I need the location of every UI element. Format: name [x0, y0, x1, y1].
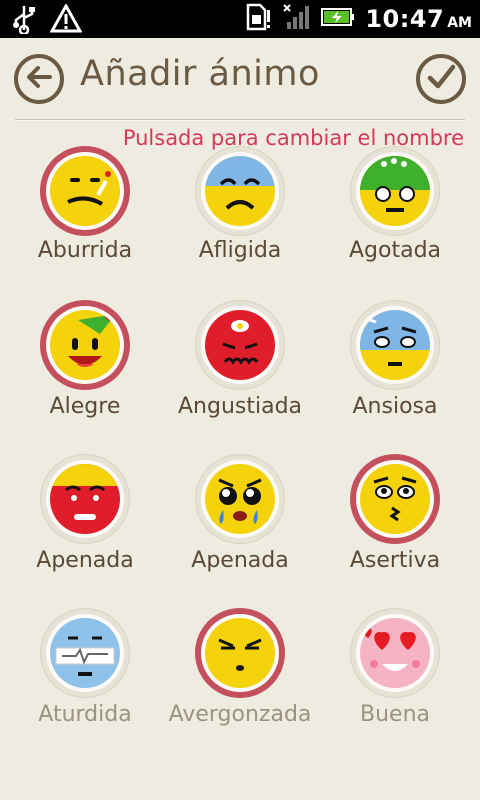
- heart-eyes-face-icon: [360, 618, 430, 688]
- mood-item[interactable]: Avergonzada: [160, 608, 320, 758]
- mood-avatar[interactable]: [195, 608, 285, 698]
- mood-item[interactable]: Asertiva: [315, 454, 475, 604]
- mood-item[interactable]: Alegre: [5, 300, 165, 450]
- mood-label: Ansiosa: [352, 394, 438, 419]
- mood-label: Apenada: [191, 548, 289, 573]
- mood-avatar[interactable]: [195, 300, 285, 390]
- mood-item[interactable]: Apenada: [160, 454, 320, 604]
- mood-label: Afligida: [198, 238, 282, 263]
- mood-avatar[interactable]: [40, 608, 130, 698]
- mood-avatar[interactable]: [40, 454, 130, 544]
- mood-label: Aturdida: [38, 702, 132, 727]
- mood-avatar[interactable]: [40, 300, 130, 390]
- mood-item[interactable]: Agotada: [315, 146, 475, 296]
- mood-avatar[interactable]: [195, 454, 285, 544]
- mood-grid: Aburrida Afligida Agotada Alegre Angusti…: [0, 0, 480, 800]
- embarrassed-face-icon: [205, 618, 275, 688]
- mood-label: Agotada: [348, 238, 442, 263]
- anguished-face-icon: [205, 310, 275, 380]
- mood-label: Buena: [360, 702, 430, 727]
- mood-item[interactable]: Aburrida: [5, 146, 165, 296]
- mood-label: Asertiva: [349, 548, 441, 573]
- mood-item[interactable]: Angustiada: [160, 300, 320, 450]
- crying-face-icon: [205, 464, 275, 534]
- mood-label: Angustiada: [177, 394, 303, 419]
- anxious-face-icon: [360, 310, 430, 380]
- mood-label: Alegre: [49, 394, 121, 419]
- afflicted-face-icon: [205, 156, 275, 226]
- mood-avatar[interactable]: [350, 300, 440, 390]
- mood-item[interactable]: Afligida: [160, 146, 320, 296]
- mood-label: Avergonzada: [168, 702, 312, 727]
- mood-avatar[interactable]: [40, 146, 130, 236]
- mood-avatar[interactable]: [350, 608, 440, 698]
- happy-face-icon: [50, 310, 120, 380]
- exhausted-face-icon: [360, 156, 430, 226]
- dazed-face-icon: [50, 618, 120, 688]
- mood-avatar[interactable]: [350, 146, 440, 236]
- mood-item[interactable]: Apenada: [5, 454, 165, 604]
- mood-label: Apenada: [36, 548, 134, 573]
- mood-avatar[interactable]: [350, 454, 440, 544]
- sorry-face-icon: [50, 464, 120, 534]
- assertive-face-icon: [360, 464, 430, 534]
- mood-item[interactable]: Aturdida: [5, 608, 165, 758]
- mood-avatar[interactable]: [195, 146, 285, 236]
- mood-label: Aburrida: [37, 238, 133, 263]
- mood-item[interactable]: Ansiosa: [315, 300, 475, 450]
- bored-face-icon: [50, 156, 120, 226]
- mood-item[interactable]: Buena: [315, 608, 475, 758]
